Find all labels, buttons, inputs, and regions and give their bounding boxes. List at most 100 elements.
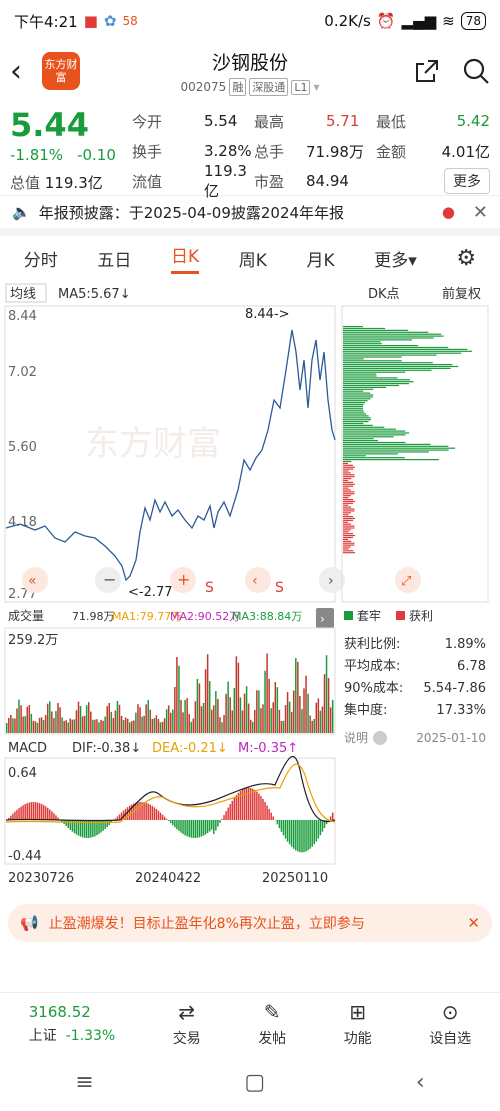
vol-bar: [329, 707, 332, 733]
chip-date: 2025-01-10: [416, 731, 486, 745]
quote-row-3: 流值 119.3亿 市盈 84.94 更多: [132, 162, 490, 200]
date-mid: 20240422: [135, 871, 201, 886]
vol-bar: [53, 718, 55, 733]
vol-bar: [30, 713, 33, 733]
chip-bar: [343, 521, 349, 523]
vol-bar: [161, 721, 164, 733]
chip-bar: [343, 345, 419, 347]
vol-bar: [116, 701, 119, 733]
chip-bar: [343, 489, 351, 491]
macd-bar: [325, 820, 328, 825]
macd-bar: [143, 802, 145, 820]
svg-text:«: «: [28, 573, 37, 589]
macd-bar: [331, 812, 334, 820]
tab-five-day[interactable]: 五日: [97, 246, 131, 271]
vol-bar: [133, 720, 135, 733]
macd-title[interactable]: MACD: [8, 741, 47, 756]
vol-bar: [141, 716, 143, 733]
ma-mode[interactable]: 均线: [10, 287, 36, 302]
edit-icon: ✎: [263, 999, 281, 1024]
tab-intraday[interactable]: 分时: [24, 246, 58, 271]
home-icon[interactable]: ▢: [244, 1070, 265, 1095]
chip-v-2: 6.78: [457, 659, 486, 674]
chip-bar: [343, 531, 349, 533]
tag-connect: 深股通: [249, 78, 289, 96]
chip-bar: [343, 339, 412, 341]
step-back-icon[interactable]: [245, 567, 271, 593]
chip-bar: [343, 331, 429, 333]
vol-title[interactable]: 成交量: [8, 608, 44, 623]
chip-bar: [343, 354, 437, 356]
vol-bar: [51, 711, 53, 733]
vol-bar: [12, 718, 14, 733]
chip-bar: [343, 405, 364, 407]
macd-bar: [256, 791, 258, 820]
dea-line: [5, 763, 336, 824]
nav-function[interactable]: ⊞ 功能: [344, 1000, 372, 1048]
kline-svg[interactable]: 均线 MA5:5.67↓ DK点 前复权 东方财富 8.44 7.02 5.60…: [0, 280, 500, 900]
share-icon[interactable]: [414, 58, 440, 84]
macd-bar: [235, 795, 238, 820]
tab-daily[interactable]: 日K: [170, 242, 200, 274]
vol-bar: [305, 675, 307, 733]
close-icon[interactable]: ✕: [473, 202, 488, 223]
macd-bar: [102, 820, 104, 831]
promo-banner[interactable]: 📢 止盈潮爆发！目标止盈年化8%再次止盈，立即参与 ✕: [8, 904, 492, 942]
vol-bar: [40, 717, 43, 733]
tab-monthly[interactable]: 月K: [306, 246, 334, 271]
y-tick-3: 5.60: [8, 440, 37, 455]
info-icon[interactable]: [373, 731, 387, 745]
vol-ma2: MA2:90.52万: [170, 610, 240, 623]
tab-weekly[interactable]: 周K: [239, 246, 267, 271]
signal-s2: S: [275, 580, 284, 596]
vol-bar: [67, 722, 69, 733]
macd-bar: [16, 809, 18, 820]
chip-bar: [343, 479, 349, 482]
chip-bar: [343, 519, 354, 521]
macd-bar: [282, 820, 285, 836]
vol-bar: [172, 709, 174, 733]
vol-bar: [208, 681, 211, 733]
chip-note[interactable]: 说明: [344, 730, 368, 745]
close-icon[interactable]: ✕: [467, 914, 480, 932]
back-icon[interactable]: ‹: [10, 54, 38, 89]
notice-text: 年报预披露：于2025-04-09披露2024年年报: [38, 203, 345, 222]
tab-more[interactable]: 更多▾: [374, 246, 417, 271]
vol-bar: [278, 709, 281, 733]
nav-post[interactable]: ✎ 发帖: [258, 1000, 286, 1048]
chip-bar: [343, 426, 385, 428]
macd-bar: [198, 820, 201, 838]
menu-icon[interactable]: ≡: [75, 1070, 93, 1095]
macd-bar: [157, 810, 160, 820]
dots-icon: ⊙: [441, 999, 459, 1024]
vol-bar: [215, 691, 217, 733]
back-nav-icon[interactable]: ‹: [416, 1070, 425, 1095]
chip-v-4: 17.33%: [436, 703, 486, 718]
macd-bar: [252, 788, 254, 820]
vol-expand-icon[interactable]: [316, 608, 334, 628]
macd-bar: [174, 820, 176, 828]
macd-bar: [286, 820, 289, 842]
index-widget[interactable]: 3168.52 上证 -1.33%: [29, 1003, 115, 1045]
chip-bar: [343, 457, 405, 459]
macd-frame: [4, 757, 336, 865]
vol-bar: [153, 718, 156, 733]
adjust-button[interactable]: 前复权: [442, 286, 481, 302]
nav-trade[interactable]: ⇄ 交易: [173, 1000, 201, 1048]
macd-bar: [155, 808, 158, 820]
app58-icon: 58: [122, 14, 138, 28]
vol-bar: [317, 698, 320, 733]
dk-button[interactable]: DK点: [368, 287, 400, 302]
nav-watchlist[interactable]: ⊙ 设自选: [429, 1000, 471, 1048]
vol-bar: [192, 718, 195, 733]
macd-bar: [211, 820, 213, 830]
notice-bar[interactable]: 🔈 年报预披露：于2025-04-09披露2024年年报 ● ✕: [0, 196, 500, 236]
more-button[interactable]: 更多: [444, 168, 490, 194]
gear-icon[interactable]: ⚙: [456, 246, 476, 271]
chip-bar: [343, 394, 374, 396]
kline-area[interactable]: 均线 MA5:5.67↓ DK点 前复权 东方财富 8.44 7.02 5.60…: [0, 280, 500, 900]
vol-bar: [124, 717, 127, 733]
dropdown-icon[interactable]: ▾: [313, 80, 319, 94]
search-icon[interactable]: [462, 57, 490, 85]
vol-bar: [295, 658, 297, 733]
